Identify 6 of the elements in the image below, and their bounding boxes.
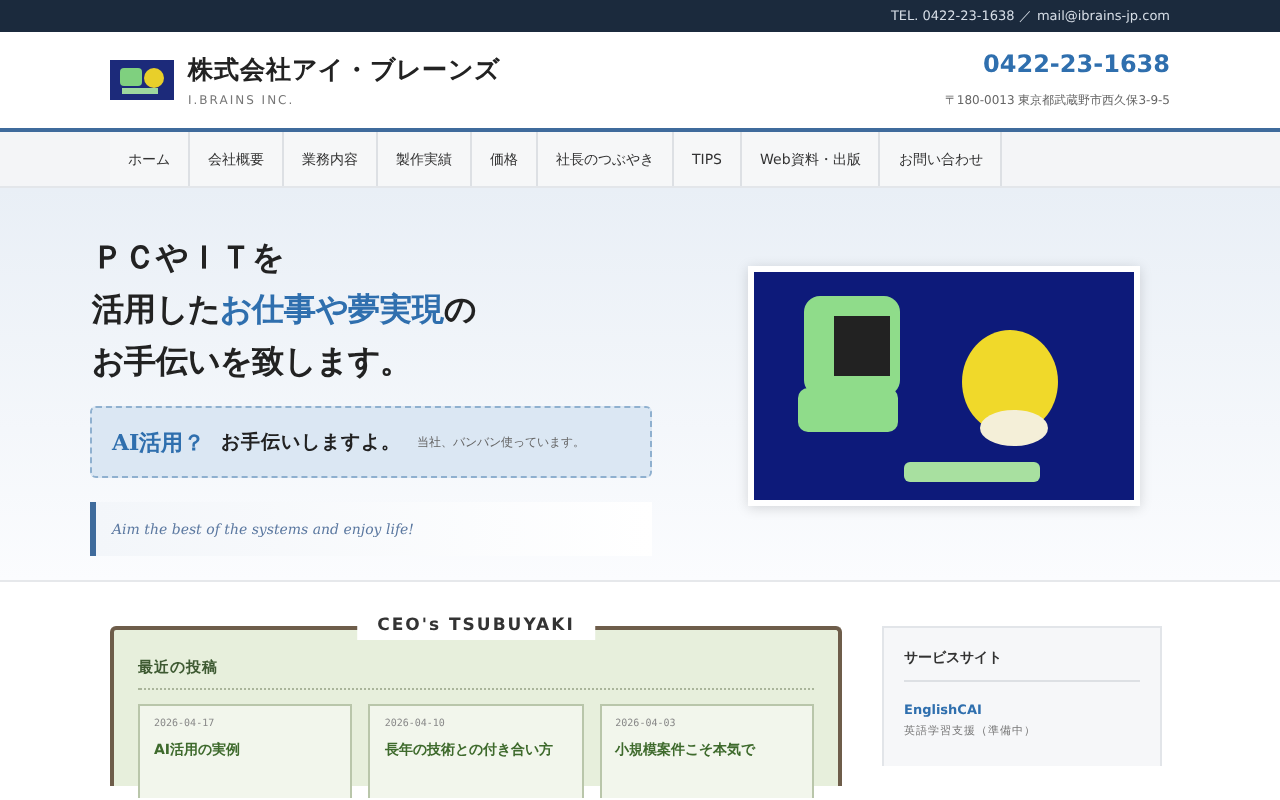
ai-text: お手伝いしますよ。 xyxy=(221,429,402,455)
section-title: CEO's TSUBUYAKI xyxy=(357,612,595,640)
ai-lead: AI活用？ xyxy=(112,427,206,457)
company-name: 株式会社アイ・ブレーンズ xyxy=(188,53,500,87)
hero-headline: ＰＣやＩＴを 活用したお仕事や夢実現の お手伝いを致します。 xyxy=(90,236,478,384)
phone-number: 0422-23-1638 xyxy=(983,50,1170,78)
